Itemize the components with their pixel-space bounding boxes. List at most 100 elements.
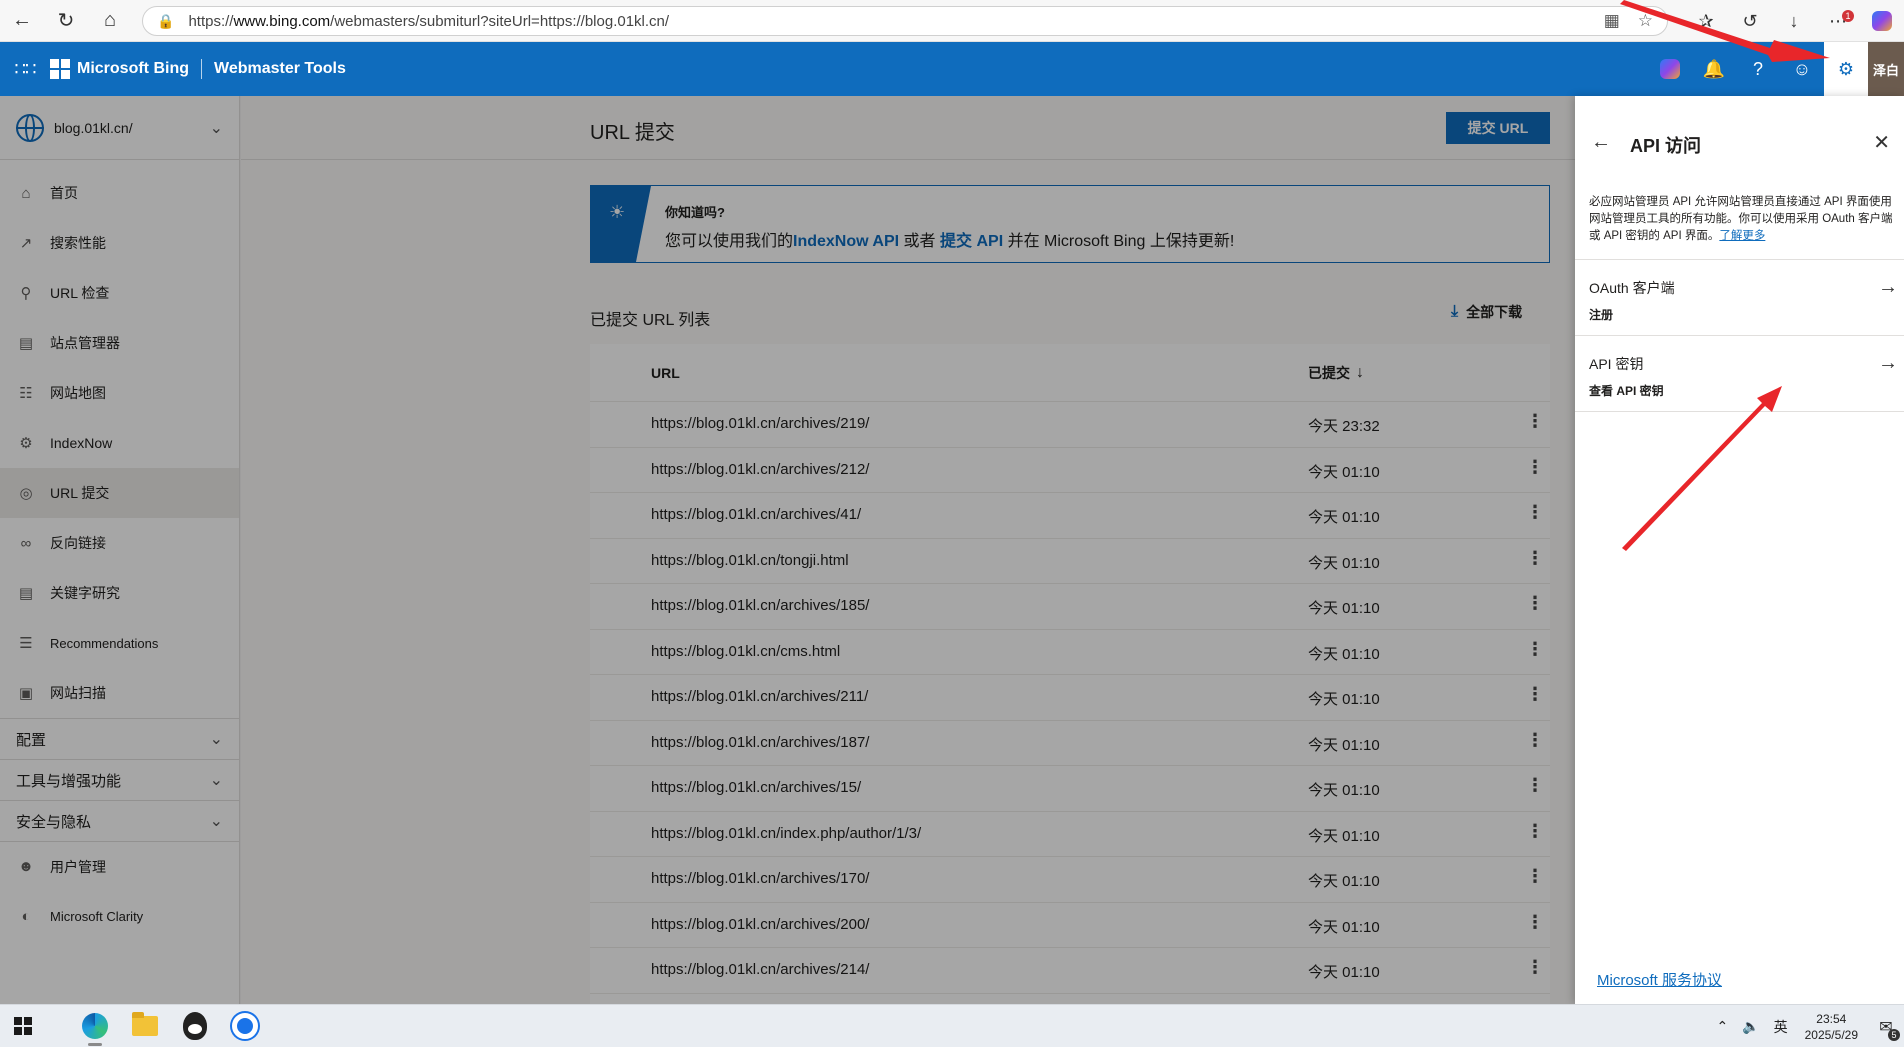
ime-indicator[interactable]: 英 — [1767, 1017, 1795, 1037]
table-row[interactable]: https://blog.01kl.cn/archives/170/今天 01:… — [590, 857, 1550, 903]
favorite-star-icon[interactable]: ☆ — [1638, 11, 1653, 31]
help-icon[interactable]: ? — [1736, 42, 1780, 96]
more-options-icon[interactable]: ⋮ — [1526, 411, 1544, 432]
submit-api-link[interactable]: 提交 API — [940, 233, 1003, 250]
table-row[interactable]: https://blog.01kl.cn/archives/212/今天 01:… — [590, 448, 1550, 493]
table-row[interactable]: https://blog.01kl.cn/archives/41/今天 01:1… — [590, 493, 1550, 539]
more-options-icon[interactable]: ⋮ — [1526, 684, 1544, 705]
indexnow-api-link[interactable]: IndexNow API — [793, 233, 899, 250]
windows-logo-icon — [14, 1017, 32, 1035]
table-row[interactable]: https://blog.01kl.cn/archives/187/今天 01:… — [590, 721, 1550, 766]
close-icon[interactable]: ✕ — [1873, 130, 1890, 155]
globe-icon — [16, 113, 44, 142]
user-icon: ☻ — [18, 858, 34, 875]
back-arrow-icon[interactable]: ← — [1591, 131, 1611, 154]
refresh-icon[interactable]: ↻ — [44, 0, 88, 42]
clock[interactable]: 23:54 2025/5/29 — [1795, 1011, 1868, 1043]
table-row[interactable]: https://blog.01kl.cn/tongji.html 今天 01:10… — [590, 539, 1550, 584]
download-all-button[interactable]: ⤓ 全部下载 — [1451, 302, 1522, 322]
sidebar-item-user-management[interactable]: ☻ 用户管理 — [0, 841, 239, 891]
copilot-icon[interactable] — [1860, 0, 1904, 42]
sidebar-item-site-scan[interactable]: ▣ 网站扫描 — [0, 668, 239, 718]
table-row[interactable]: https://blog.01kl.cn/archives/219/今天 23:… — [590, 402, 1550, 448]
sidebar-item-backlinks[interactable]: ∞ 反向链接 — [0, 518, 239, 568]
sidebar-section-config[interactable]: 配置 ⌄ — [0, 718, 239, 759]
apps-icon[interactable]: ▦ — [1604, 11, 1620, 31]
more-options-icon[interactable]: ⋮ — [1526, 457, 1544, 478]
more-options-icon[interactable]: ⋮ — [1526, 912, 1544, 933]
sidebar-item-label: 反向链接 — [50, 535, 106, 551]
sidebar-item-keyword-research[interactable]: ▤ 关键字研究 — [0, 568, 239, 618]
sidebar-item-site-explorer[interactable]: ▤ 站点管理器 — [0, 318, 239, 368]
feedback-smiley-icon[interactable]: ☺ — [1780, 42, 1824, 96]
taskbar-edge[interactable] — [72, 1005, 118, 1047]
sidebar-item-url-inspection[interactable]: ⚲ URL 检查 — [0, 268, 239, 318]
arrow-right-icon: → — [1878, 276, 1898, 298]
sidebar-item-clarity[interactable]: ◐ Microsoft Clarity — [0, 891, 239, 941]
more-options-icon[interactable]: ⋮ — [1526, 502, 1544, 523]
tip-body: 您可以使用我们的IndexNow API 或者 提交 API 并在 Micros… — [665, 227, 1234, 251]
sidebar-item-recommendations[interactable]: ☰ Recommendations — [0, 618, 239, 668]
table-row[interactable]: https://blog.01kl.cn/archives/185/今天 01:… — [590, 584, 1550, 630]
brand[interactable]: Microsoft Bing — [50, 59, 189, 79]
history-icon[interactable]: ↺ — [1728, 0, 1772, 42]
clock-date: 2025/5/29 — [1804, 1027, 1858, 1042]
taskbar-qq[interactable] — [172, 1005, 218, 1047]
more-options-icon[interactable]: ⋮ — [1526, 821, 1544, 842]
more-options-icon[interactable]: ⋮ — [1526, 593, 1544, 614]
sidebar-item-home[interactable]: ⌂ 首页 — [0, 168, 239, 218]
more-options-icon[interactable]: ⋮ — [1526, 957, 1544, 978]
sidebar-section-security[interactable]: 安全与隐私 ⌄ — [0, 800, 239, 841]
back-icon[interactable]: ← — [0, 0, 44, 42]
start-button[interactable] — [0, 1005, 46, 1047]
taskbar-file-explorer[interactable] — [122, 1005, 168, 1047]
browser-toolbar: ← ↻ ⌂ 🔒 https://www.bing.com/webmasters/… — [0, 0, 1904, 42]
url-prefix: https:// — [188, 12, 234, 30]
more-icon[interactable]: ⋯ 1 — [1816, 0, 1860, 42]
table-row[interactable]: https://blog.01kl.cn/archives/214/今天 01:… — [590, 948, 1550, 994]
address-bar[interactable]: 🔒 https://www.bing.com/webmasters/submit… — [142, 6, 1668, 36]
sidebar-item-url-submission[interactable]: ◎ URL 提交 — [0, 468, 239, 518]
table-row[interactable]: https://blog.01kl.cn/archives/211/今天 01:… — [590, 675, 1550, 721]
table-row[interactable]: https://blog.01kl.cn/archives/15/今天 01:1… — [590, 766, 1550, 812]
gear-icon[interactable]: ⚙ — [1824, 42, 1868, 96]
speaker-icon[interactable]: 🔈 — [1735, 1018, 1766, 1035]
copilot-icon[interactable] — [1648, 42, 1692, 96]
more-options-icon[interactable]: ⋮ — [1526, 730, 1544, 751]
sidebar-item-indexnow[interactable]: ⚙ IndexNow — [0, 418, 239, 468]
row-submitted-time: 今天 01:10 — [1308, 463, 1380, 481]
download-icon[interactable]: ↓ — [1772, 0, 1816, 42]
microsoft-logo-icon — [50, 59, 70, 79]
oauth-client-item[interactable]: OAuth 客户端 注册 → — [1575, 260, 1904, 336]
tip-banner: ☀ 你知道吗? 您可以使用我们的IndexNow API 或者 提交 API 并… — [590, 185, 1550, 263]
home-icon[interactable]: ⌂ — [88, 0, 132, 42]
column-header-url[interactable]: URL — [651, 365, 680, 381]
more-options-icon[interactable]: ⋮ — [1526, 639, 1544, 660]
bell-icon[interactable]: 🔔 — [1692, 42, 1736, 96]
row-url: https://blog.01kl.cn/archives/187/ — [651, 733, 870, 751]
more-options-icon[interactable]: ⋮ — [1526, 548, 1544, 569]
table-row[interactable]: https://blog.01kl.cn/index.php/author/1/… — [590, 812, 1550, 857]
api-key-item[interactable]: API 密钥 查看 API 密钥 → — [1575, 336, 1904, 412]
sidebar-item-sitemaps[interactable]: ☷ 网站地图 — [0, 368, 239, 418]
service-agreement-link[interactable]: Microsoft 服务协议 — [1597, 969, 1722, 990]
favorites-icon[interactable]: ✰ — [1684, 0, 1728, 42]
table-row[interactable]: https://blog.01kl.cn/cms.html 今天 01:10 ⋮ — [590, 630, 1550, 675]
app-header: ∷∷ Microsoft Bing Webmaster Tools 🔔 ? ☺ … — [0, 42, 1904, 96]
taskbar-app[interactable] — [222, 1005, 268, 1047]
more-options-icon[interactable]: ⋮ — [1526, 775, 1544, 796]
waffle-icon[interactable]: ∷∷ — [0, 59, 50, 80]
more-options-icon[interactable]: ⋮ — [1526, 866, 1544, 887]
table-row[interactable]: https://blog.01kl.cn/archives/200/今天 01:… — [590, 903, 1550, 948]
column-header-submitted[interactable]: 已提交 ↓ — [1308, 363, 1364, 383]
tray-expand-icon[interactable]: ⌃ — [1709, 1018, 1735, 1035]
notification-center-icon[interactable]: ✉ 5 — [1868, 1017, 1904, 1041]
avatar[interactable]: 泽白 — [1868, 42, 1904, 96]
column-header-label: 已提交 — [1308, 364, 1350, 381]
site-picker[interactable]: blog.01kl.cn/ ⌄ — [0, 96, 239, 160]
submit-url-button[interactable]: 提交 URL — [1446, 112, 1550, 144]
sidebar-section-tools[interactable]: 工具与增强功能 ⌄ — [0, 759, 239, 800]
sidebar-item-search-performance[interactable]: ↗ 搜索性能 — [0, 218, 239, 268]
product-name[interactable]: Webmaster Tools — [214, 60, 346, 78]
learn-more-link[interactable]: 了解更多 — [1719, 230, 1765, 242]
